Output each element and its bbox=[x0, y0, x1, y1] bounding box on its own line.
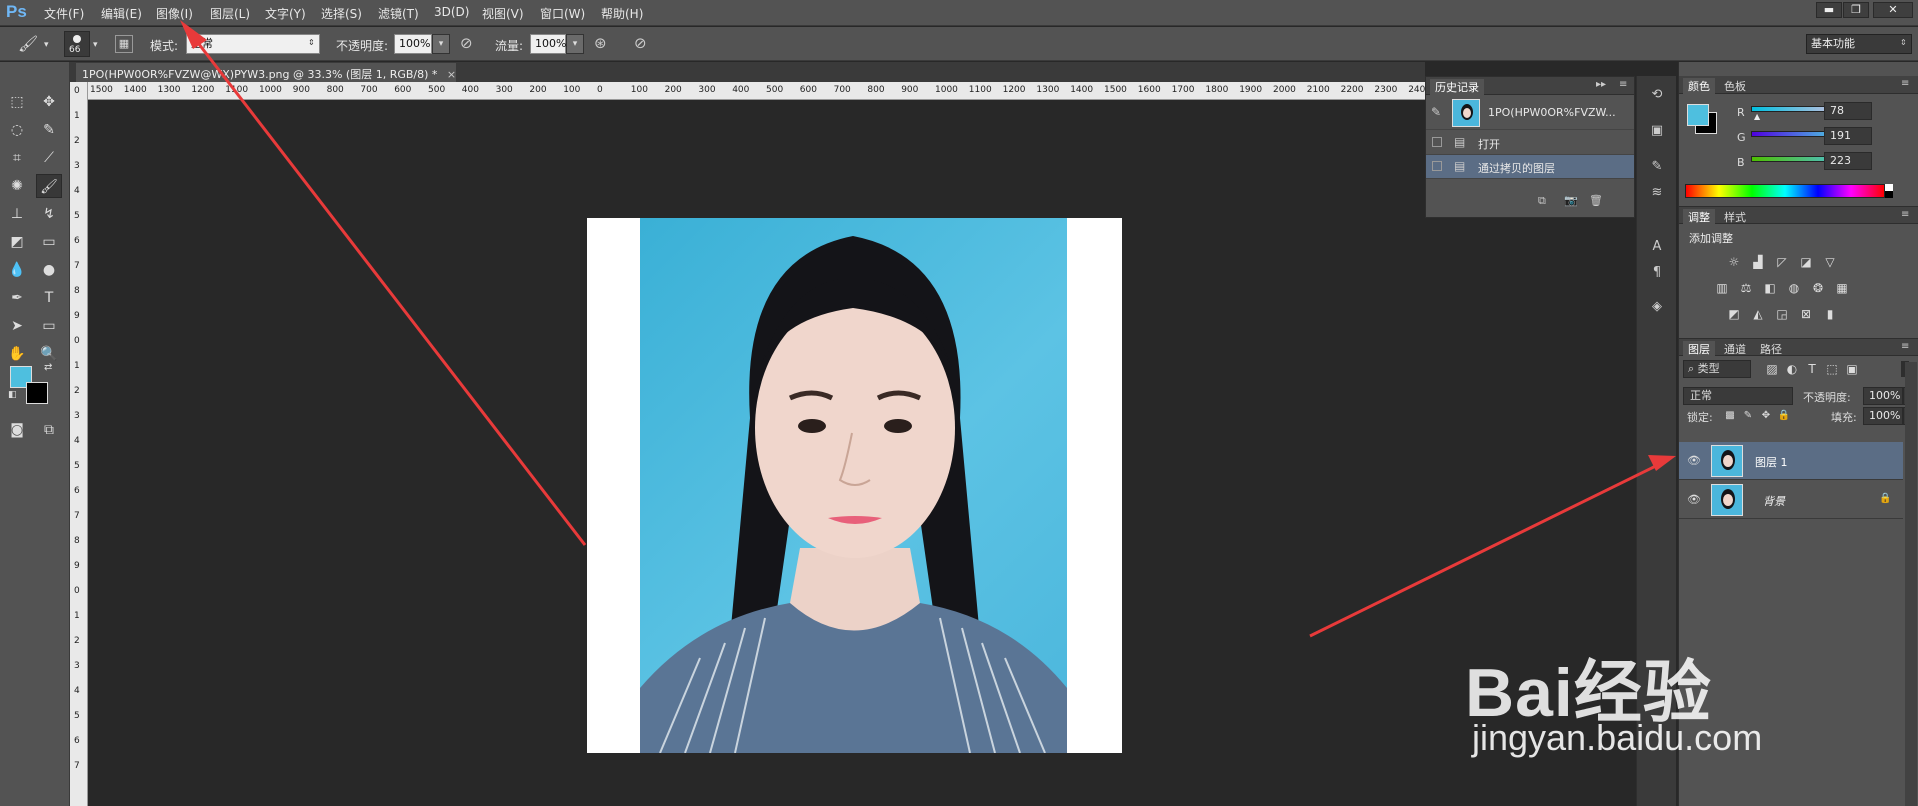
annotation-arrowhead bbox=[180, 20, 207, 49]
annotation-arrow-to-image-menu bbox=[183, 25, 587, 546]
color-panel-foreground-swatch[interactable] bbox=[1687, 104, 1709, 126]
annotation-arrow-to-layer1 bbox=[1309, 458, 1669, 638]
baidu-watermark-url: jingyan.baidu.com bbox=[1472, 717, 1763, 758]
